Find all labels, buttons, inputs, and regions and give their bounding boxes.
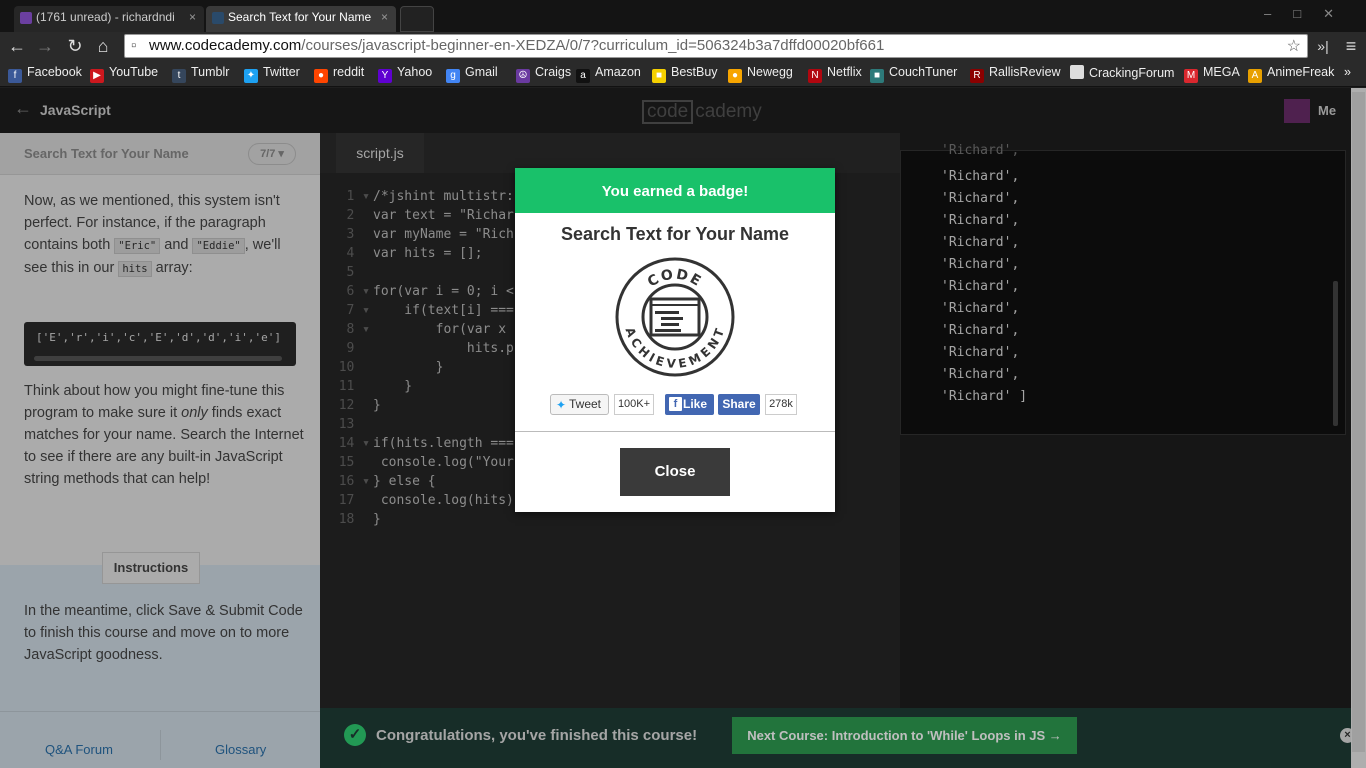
url-path: /courses/javascript-beginner-en-XEDZA/0/… xyxy=(301,37,885,54)
facebook-icon: f xyxy=(669,397,682,411)
badge-modal: You earned a badge! Search Text for Your… xyxy=(515,168,835,512)
page-icon xyxy=(1070,65,1084,79)
forward-arrow-icon[interactable]: → xyxy=(34,35,56,57)
browser-tab-strip: (1761 unread) - richardndi × Search Text… xyxy=(0,0,1366,32)
bookmarks-bar: f Facebook ▶ YouTube t Tumblr ✦ Twitter ● reddit Y… xyxy=(0,60,1366,87)
new-tab-button[interactable] xyxy=(400,6,434,32)
modal-title: Search Text for Your Name xyxy=(560,224,790,244)
badge-top-text: CODE xyxy=(645,267,703,291)
bookmark-tumblr[interactable]: t Tumblr xyxy=(172,65,229,83)
bookmark-label: Yahoo xyxy=(397,65,433,79)
bookmark-label: RallisReview xyxy=(989,65,1061,79)
bookmark-couchtuner[interactable]: ■ CouchTuner xyxy=(870,65,957,83)
url-host: www.codecademy.com xyxy=(149,37,302,54)
code-achievement-badge-icon: CODE ACHIEVEMENT xyxy=(615,257,735,377)
menu-icon[interactable]: ≡ xyxy=(1340,35,1362,57)
gmail-icon: g xyxy=(446,69,460,83)
rallisreview-icon: R xyxy=(970,69,984,83)
bookmark-reddit[interactable]: ● reddit xyxy=(314,65,364,83)
newegg-icon: ● xyxy=(728,69,742,83)
bookmark-label: reddit xyxy=(333,65,365,79)
bookmark-label: Gmail xyxy=(465,65,498,79)
bookmark-label: YouTube xyxy=(109,65,159,79)
bookmark-twitter[interactable]: ✦ Twitter xyxy=(244,65,300,83)
yahoo-icon: Y xyxy=(378,69,392,83)
codecademy-icon xyxy=(212,12,224,24)
bookmark-label: CrackingForum xyxy=(1089,66,1175,80)
bookmark-label: Newegg xyxy=(747,65,793,79)
bookmark-label: Craigs xyxy=(535,65,572,79)
bookmark-animefreak[interactable]: A AnimeFreak xyxy=(1248,65,1334,83)
extension-icon[interactable]: »| xyxy=(1312,35,1334,57)
bookmark-label: Tumblr xyxy=(191,65,230,79)
reddit-icon: ● xyxy=(314,69,328,83)
facebook-icon: f xyxy=(8,69,22,83)
twitter-icon: ✦ xyxy=(244,69,258,83)
modal-header: You earned a badge! xyxy=(515,168,835,213)
tab-close-icon[interactable]: × xyxy=(381,10,388,24)
mega-icon: M xyxy=(1184,69,1198,83)
modal-close-button[interactable]: Close xyxy=(620,448,730,496)
tumblr-icon: t xyxy=(172,69,186,83)
bookmark-label: Twitter xyxy=(263,65,300,79)
animefreak-icon: A xyxy=(1248,69,1262,83)
bookmark-craigs[interactable]: ☮ Craigs xyxy=(516,65,571,83)
tab-label: (1761 unread) - richardndi xyxy=(36,10,175,24)
bookmark-label: CouchTuner xyxy=(889,65,958,79)
share-count: 278k xyxy=(765,394,797,415)
tweet-button[interactable]: ✦ Tweet xyxy=(550,394,609,415)
couchtuner-icon: ■ xyxy=(870,69,884,83)
back-arrow-icon[interactable]: ← xyxy=(6,35,28,57)
bookmark-star-icon[interactable]: ☆ xyxy=(1287,36,1301,58)
bookmarks-overflow-icon[interactable]: » xyxy=(1344,65,1351,79)
address-bar[interactable]: ▫ www.codecademy.com/courses/javascript-… xyxy=(124,34,1308,58)
yahoo-mail-icon xyxy=(20,12,32,24)
browser-tab-inbox[interactable]: (1761 unread) - richardndi × xyxy=(14,6,204,32)
window-controls[interactable]: –□✕ xyxy=(1264,6,1356,22)
modal-divider xyxy=(515,431,835,432)
bookmark-mega[interactable]: M MEGA xyxy=(1184,65,1240,83)
bookmark-amazon[interactable]: a Amazon xyxy=(576,65,641,83)
bestbuy-icon: ■ xyxy=(652,69,666,83)
facebook-like-button[interactable]: f Like xyxy=(665,394,714,415)
browser-tab-active[interactable]: Search Text for Your Name × xyxy=(206,6,396,32)
bookmark-bestbuy[interactable]: ■ BestBuy xyxy=(652,65,718,83)
tweet-count: 100K+ xyxy=(614,394,654,415)
reload-icon[interactable]: ↻ xyxy=(64,35,86,57)
bookmark-newegg[interactable]: ● Newegg xyxy=(728,65,793,83)
peace-icon: ☮ xyxy=(516,69,530,83)
home-icon[interactable]: ⌂ xyxy=(92,35,114,57)
bookmark-netflix[interactable]: N Netflix xyxy=(808,65,862,83)
svg-text:CODE: CODE xyxy=(645,267,705,291)
tab-label: Search Text for Your Name xyxy=(228,10,372,24)
bookmark-label: Amazon xyxy=(595,65,641,79)
page-icon: ▫ xyxy=(131,37,137,54)
bookmark-label: MEGA xyxy=(1203,65,1240,79)
bookmark-yahoo[interactable]: Y Yahoo xyxy=(378,65,432,83)
browser-toolbar: ← → ↻ ⌂ ▫ www.codecademy.com/courses/jav… xyxy=(0,32,1366,60)
bookmark-crackingforum[interactable]: CrackingForum xyxy=(1070,65,1174,80)
bookmark-gmail[interactable]: g Gmail xyxy=(446,65,498,83)
bookmark-label: BestBuy xyxy=(671,65,718,79)
amazon-icon: a xyxy=(576,69,590,83)
tab-close-icon[interactable]: × xyxy=(189,10,196,24)
bookmark-youtube[interactable]: ▶ YouTube xyxy=(90,65,158,83)
bookmark-rallisreview[interactable]: R RallisReview xyxy=(970,65,1061,83)
bookmark-label: Facebook xyxy=(27,65,82,79)
twitter-bird-icon: ✦ xyxy=(556,398,567,412)
bookmark-label: AnimeFreak xyxy=(1267,65,1335,79)
bookmark-facebook[interactable]: f Facebook xyxy=(8,65,82,83)
netflix-icon: N xyxy=(808,69,822,83)
bookmark-label: Netflix xyxy=(827,65,862,79)
youtube-icon: ▶ xyxy=(90,69,104,83)
facebook-share-button[interactable]: Share xyxy=(718,394,760,415)
